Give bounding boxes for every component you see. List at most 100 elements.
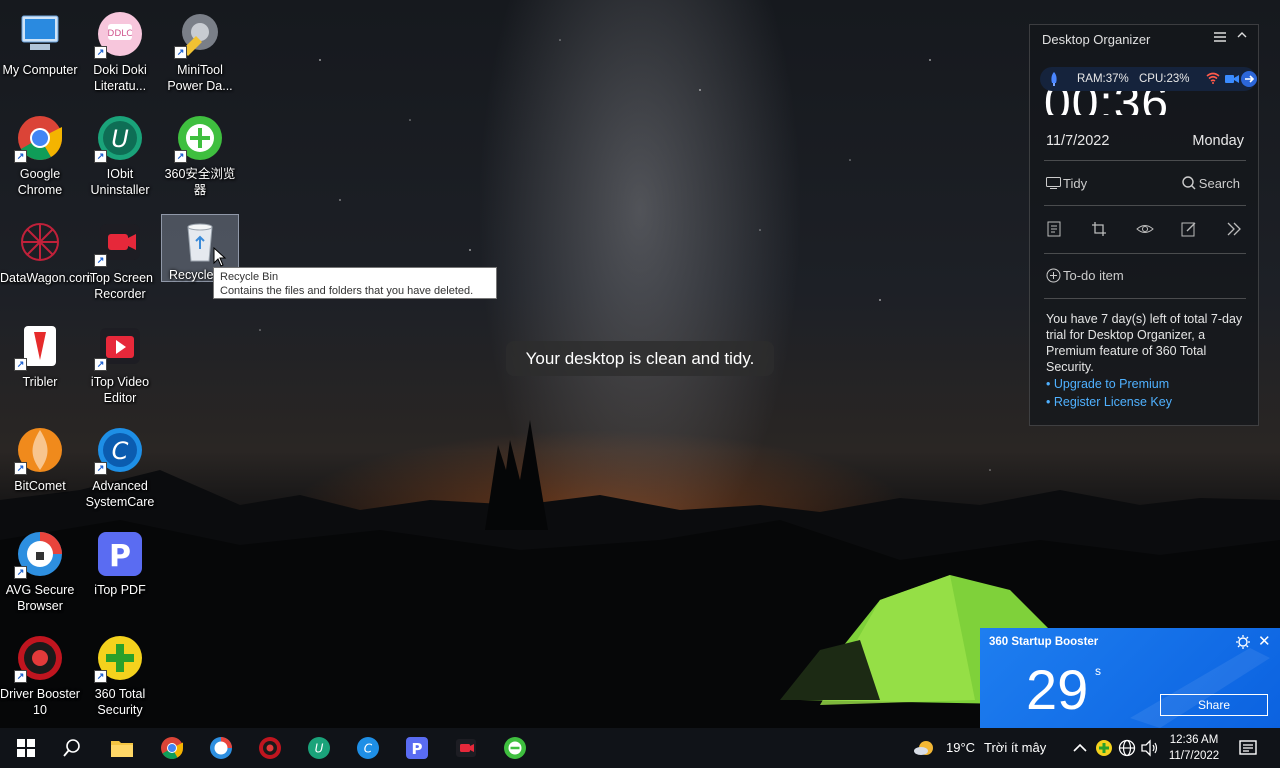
weather-icon[interactable] <box>912 736 936 760</box>
shortcut-arrow-icon: ↗ <box>94 670 107 683</box>
taskbar: U C P 19°C Trời ít mây 12:36 AM 11/7/202… <box>0 728 1280 768</box>
chevron-up-icon[interactable] <box>1236 29 1250 43</box>
panel-date: 11/7/2022 <box>1046 133 1110 149</box>
menu-icon[interactable] <box>1214 31 1228 45</box>
tidy-label: Tidy <box>1063 176 1088 191</box>
windows-start-icon[interactable] <box>14 736 38 760</box>
search-label: Search <box>1198 176 1240 191</box>
add-todo-button[interactable]: To-do item <box>1046 268 1124 283</box>
desktop-icon-advanced-systemcare[interactable]: C ↗ Advanced SystemCare <box>80 424 160 524</box>
booster-title: 360 Startup Booster <box>989 636 1099 648</box>
taskbar-date: 11/7/2022 <box>1168 750 1220 762</box>
weather-temperature[interactable]: 19°C <box>946 740 975 755</box>
desktop-icon-iobit-uninstaller[interactable]: U ↗ IObit Uninstaller <box>80 112 160 212</box>
desktop-icon-label: DataWagon.com <box>0 271 93 285</box>
search-button[interactable]: Search <box>1182 176 1240 191</box>
desktop-icon-datawagon[interactable]: DataWagon.com <box>0 216 93 316</box>
startup-booster-popup: 360 Startup Booster ✕ 29 s Share <box>980 628 1280 728</box>
divider <box>1044 253 1246 254</box>
edit-icon[interactable] <box>1181 221 1199 239</box>
itop-screen-recorder-icon[interactable] <box>454 736 478 760</box>
desktop-icon-itop-pdf[interactable]: P iTop PDF <box>80 528 160 628</box>
svg-text:DDLC: DDLC <box>107 29 132 39</box>
tool-row <box>1044 221 1252 239</box>
register-license-link[interactable]: • Register License Key <box>1046 395 1172 409</box>
iobit-uninstaller-icon[interactable]: U <box>307 736 331 760</box>
desktop-icon-360-browser[interactable]: ↗ 360安全浏览器 <box>160 112 240 212</box>
gear-icon[interactable] <box>1236 635 1250 649</box>
datawagon-icon <box>16 218 64 266</box>
desktop-icon-label: BitComet <box>14 479 66 493</box>
desktop-icon-google-chrome[interactable]: ↗ Google Chrome <box>0 112 80 212</box>
eye-icon[interactable] <box>1136 221 1154 239</box>
360-browser-icon[interactable] <box>503 736 527 760</box>
desktop-icon-itop-video-editor[interactable]: ↗ iTop Video Editor <box>80 320 160 420</box>
divider <box>1044 160 1246 161</box>
panel-weekday: Monday <box>1192 133 1244 149</box>
desktop-icon-bitcomet[interactable]: ↗ BitComet <box>0 424 80 524</box>
svg-text:U: U <box>315 742 324 756</box>
desktop-icon-label: iTop Screen Recorder <box>86 271 153 301</box>
recycle-bin-tooltip: Recycle Bin Contains the files and folde… <box>213 267 497 299</box>
chevron-up-icon[interactable] <box>1068 736 1092 760</box>
close-icon[interactable]: ✕ <box>1258 634 1271 649</box>
todo-label: To-do item <box>1063 268 1124 283</box>
desktop-organizer-panel: Desktop Organizer 00:36 RAM:37% CPU:23% … <box>1029 24 1259 426</box>
desktop-icon-label: Doki Doki Literatu... <box>93 63 147 93</box>
volume-icon[interactable] <box>1138 736 1162 760</box>
weather-description[interactable]: Trời ít mây <box>984 740 1046 755</box>
rocket-icon[interactable] <box>1048 72 1060 86</box>
system-status-bar: RAM:37% CPU:23% <box>1040 67 1257 91</box>
desktop-icon-minitool[interactable]: ↗ MiniTool Power Da... <box>160 8 240 108</box>
wifi-icon[interactable] <box>1206 72 1220 84</box>
avg-secure-browser-icon[interactable] <box>209 736 233 760</box>
shortcut-arrow-icon: ↗ <box>14 670 27 683</box>
itop-pdf-icon[interactable]: P <box>405 736 429 760</box>
svg-text:P: P <box>109 539 131 574</box>
file-explorer-icon[interactable] <box>110 736 134 760</box>
arrow-right-icon[interactable] <box>1241 71 1257 87</box>
tooltip-title: Recycle Bin <box>220 271 279 283</box>
advanced-systemcare-icon[interactable]: C <box>356 736 380 760</box>
desktop-icon-my-computer[interactable]: My Computer <box>0 8 80 108</box>
desktop-icon-avg-secure-browser[interactable]: ↗ AVG Secure Browser <box>0 528 80 628</box>
globe-icon[interactable] <box>1115 736 1139 760</box>
camera-icon[interactable] <box>1225 74 1239 84</box>
taskbar-clock[interactable]: 12:36 AM 11/7/2022 <box>1162 732 1226 764</box>
double-chevron-right-icon[interactable] <box>1226 221 1244 239</box>
shortcut-arrow-icon: ↗ <box>174 150 187 163</box>
svg-text:C: C <box>364 742 373 756</box>
notification-center-icon[interactable] <box>1236 736 1260 760</box>
shortcut-arrow-icon: ↗ <box>174 46 187 59</box>
upgrade-premium-link[interactable]: • Upgrade to Premium <box>1046 377 1169 391</box>
desktop-clean-toast: Your desktop is clean and tidy. <box>506 341 774 376</box>
desktop-icon-itop-screen-recorder[interactable]: ↗ iTop Screen Recorder <box>80 216 160 316</box>
search-icon <box>1182 176 1196 190</box>
svg-text:U: U <box>111 125 129 153</box>
desktop-icon-label: 360 Total Security <box>94 687 146 717</box>
driver-booster-icon[interactable] <box>258 736 282 760</box>
desktop-icon-driver-booster[interactable]: ↗ Driver Booster 10 <box>0 632 80 732</box>
notes-icon[interactable] <box>1046 221 1064 239</box>
360-tray-icon[interactable] <box>1092 736 1116 760</box>
crop-icon[interactable] <box>1091 221 1109 239</box>
shortcut-arrow-icon: ↗ <box>14 358 27 371</box>
tidy-button[interactable]: Tidy <box>1046 176 1087 191</box>
search-icon[interactable] <box>60 736 84 760</box>
chrome-icon[interactable] <box>160 736 184 760</box>
svg-text:P: P <box>412 740 423 758</box>
share-button[interactable]: Share <box>1160 694 1268 716</box>
mouse-cursor-icon <box>213 247 227 267</box>
tooltip-description: Contains the files and folders that you … <box>220 285 474 297</box>
shortcut-arrow-icon: ↗ <box>14 566 27 579</box>
taskbar-time: 12:36 AM <box>1169 734 1219 746</box>
desktop-icon-label: Tribler <box>22 375 58 389</box>
desktop-icon-label: iTop PDF <box>94 583 146 597</box>
desktop-icon-tribler[interactable]: ↗ Tribler <box>0 320 80 420</box>
computer-icon <box>16 10 64 58</box>
desktop-icon-360-total-security[interactable]: ↗ 360 Total Security <box>80 632 160 732</box>
desktop-icon-doki-doki[interactable]: DDLC ↗ Doki Doki Literatu... <box>80 8 160 108</box>
desktop-icon-label: AVG Secure Browser <box>5 583 75 613</box>
shortcut-arrow-icon: ↗ <box>94 462 107 475</box>
svg-text:C: C <box>112 437 129 465</box>
